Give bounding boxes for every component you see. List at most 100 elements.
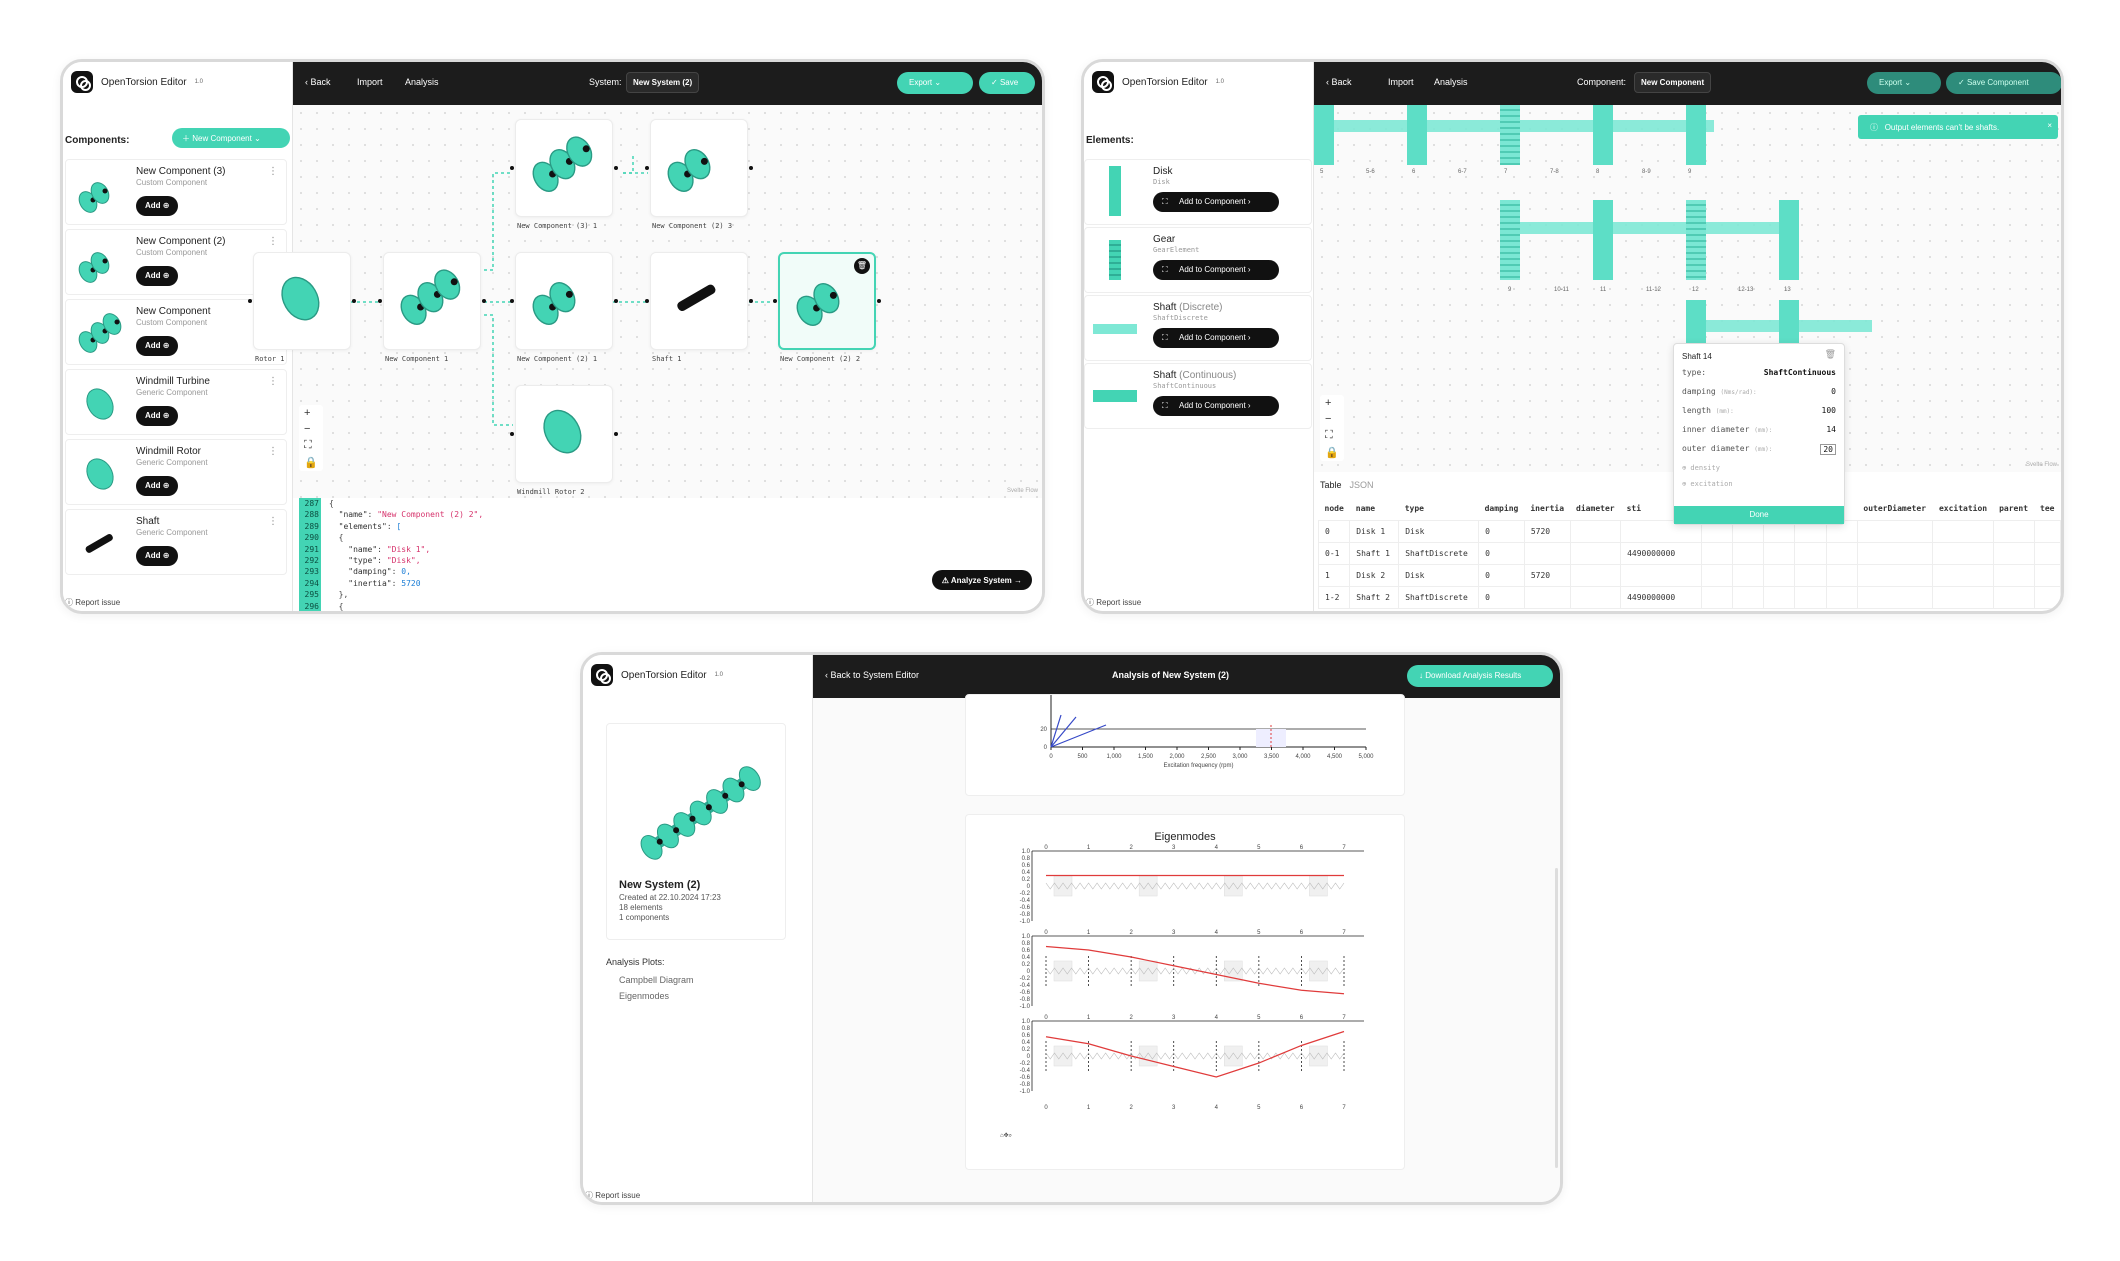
fit-view-icon[interactable]: ⛶ (1325, 429, 1339, 442)
add-component-button[interactable]: Add ⊕ (136, 476, 179, 496)
property-value[interactable]: 20 (1820, 444, 1836, 455)
plot-link-campbell[interactable]: Campbell Diagram (619, 975, 694, 985)
zoom-out-icon[interactable]: − (304, 423, 318, 435)
new-component-button[interactable]: ＋ New Component ⌄ (172, 128, 290, 148)
table-row[interactable]: 1-2 Shaft 2 ShaftDiscrete 0 4490000000 (1317, 585, 2061, 609)
system-node[interactable] (383, 252, 481, 350)
table-cell (1731, 541, 1765, 565)
system-flow-canvas[interactable]: New Component (3) 1 New Component (2) 3 Ro… (248, 105, 1042, 498)
system-node[interactable] (650, 252, 748, 350)
node-handle[interactable] (645, 299, 649, 303)
system-node[interactable] (515, 119, 613, 217)
save-component-button[interactable]: ✓ Save Component (1946, 72, 2061, 94)
system-node[interactable] (253, 252, 351, 350)
property-value[interactable]: 0 (1831, 387, 1836, 396)
plot-toolbar-icon[interactable]: ⌂✥⌕ (1000, 1132, 1012, 1139)
scrollbar[interactable] (1555, 868, 1558, 1168)
node-handle[interactable] (510, 299, 514, 303)
system-node[interactable] (515, 252, 613, 350)
delete-icon[interactable]: 🗑 (854, 258, 870, 274)
more-options-icon[interactable]: ⋮ (268, 446, 278, 457)
export-button[interactable]: Export ⌄ (897, 72, 973, 94)
component-card[interactable]: Windmill Turbine Generic Component Add ⊕ ⋮ (65, 369, 287, 435)
node-handle[interactable] (614, 299, 618, 303)
add-component-button[interactable]: Add ⊕ (136, 406, 179, 426)
property-value[interactable]: ShaftContinuous (1764, 368, 1836, 377)
optional-property[interactable]: ⊕ excitation (1682, 480, 1836, 496)
analysis-button[interactable]: Analysis (1434, 77, 1468, 87)
node-handle[interactable] (877, 299, 881, 303)
element-card[interactable]: Gear GearElement Add to Component › ⛶ (1084, 227, 1312, 293)
node-handle[interactable] (248, 299, 252, 303)
component-card[interactable]: New Component (3) Custom Component Add ⊕ ⋮ (65, 159, 287, 225)
tab-table[interactable]: Table (1320, 480, 1342, 490)
analyze-system-button[interactable]: ⚠ Analyze System → (931, 570, 1032, 590)
add-component-button[interactable]: Add ⊕ (136, 266, 179, 286)
export-button[interactable]: Export ⌄ (1867, 72, 1941, 94)
system-node[interactable] (650, 119, 748, 217)
more-options-icon[interactable]: ⋮ (268, 166, 278, 177)
report-issue-link[interactable]: ⓘ Report issue (65, 597, 120, 608)
system-node[interactable] (515, 385, 613, 483)
more-options-icon[interactable]: ⋮ (268, 376, 278, 387)
node-handle[interactable] (510, 432, 514, 436)
more-options-icon[interactable]: ⋮ (268, 516, 278, 527)
import-button[interactable]: Import (357, 77, 383, 87)
import-button[interactable]: Import (1388, 77, 1414, 87)
table-row[interactable]: 0-1 Shaft 1 ShaftDiscrete 0 4490000000 (1317, 541, 2061, 565)
node-handle[interactable] (614, 432, 618, 436)
add-to-component-button[interactable]: Add to Component › ⛶ (1153, 192, 1279, 212)
node-handle[interactable] (510, 166, 514, 170)
element-card[interactable]: Disk Disk Add to Component › ⛶ (1084, 159, 1312, 225)
table-row[interactable]: 1 Disk 2 Disk 0 5720 (1317, 563, 2061, 587)
node-label: New Component (2) 1 (517, 355, 598, 363)
x-tick-label: 2,000 (1169, 754, 1185, 760)
back-to-editor-button[interactable]: ‹ Back to System Editor (825, 670, 919, 680)
plot-link-eigenmodes[interactable]: Eigenmodes (619, 991, 669, 1001)
node-handle[interactable] (614, 166, 618, 170)
json-code-panel[interactable]: 287 288 289 290 291 292 293 294 295 296 … (299, 498, 1042, 611)
add-to-component-button[interactable]: Add to Component › ⛶ (1153, 396, 1279, 416)
system-name-field[interactable]: New System (2) (626, 72, 700, 93)
report-issue-link[interactable]: ⓘ Report issue (1086, 597, 1141, 608)
add-to-component-button[interactable]: Add to Component › ⛶ (1153, 328, 1279, 348)
node-handle[interactable] (352, 299, 356, 303)
add-component-button[interactable]: Add ⊕ (136, 336, 179, 356)
node-handle[interactable] (749, 166, 753, 170)
tab-json[interactable]: JSON (1350, 480, 1374, 490)
element-card[interactable]: Shaft (Continuous) ShaftContinuous Add to … (1084, 363, 1312, 429)
close-icon[interactable]: × (2047, 121, 2052, 130)
node-handle[interactable] (645, 166, 649, 170)
zoom-in-icon[interactable]: + (304, 407, 318, 419)
node-handle[interactable] (378, 299, 382, 303)
report-issue-link[interactable]: ⓘ Report issue (585, 1190, 640, 1201)
add-component-button[interactable]: Add ⊕ (136, 546, 179, 566)
add-to-component-button[interactable]: Add to Component › ⛶ (1153, 260, 1279, 280)
zoom-out-icon[interactable]: − (1325, 413, 1339, 425)
zoom-in-icon[interactable]: + (1325, 397, 1339, 409)
more-options-icon[interactable]: ⋮ (268, 236, 278, 247)
property-value[interactable]: 14 (1826, 425, 1836, 434)
done-button[interactable]: Done (1674, 506, 1844, 524)
component-card[interactable]: Shaft Generic Component Add ⊕ ⋮ (65, 509, 287, 575)
element-card[interactable]: Shaft (Discrete) ShaftDiscrete Add to Comp… (1084, 295, 1312, 361)
node-handle[interactable] (773, 299, 777, 303)
lock-icon[interactable]: 🔒 (304, 456, 318, 469)
optional-property[interactable]: ⊕ density (1682, 464, 1836, 480)
download-results-button[interactable]: ↓ Download Analysis Results (1407, 665, 1553, 687)
component-name-field[interactable]: New Component (1634, 72, 1712, 93)
delete-icon[interactable]: 🗑 (1825, 350, 1836, 360)
back-button[interactable]: ‹ Back (1326, 77, 1352, 87)
component-card[interactable]: Windmill Rotor Generic Component Add ⊕ ⋮ (65, 439, 287, 505)
system-node[interactable]: 🗑 (778, 252, 876, 350)
fit-view-icon[interactable]: ⛶ (304, 439, 318, 452)
analysis-button[interactable]: Analysis (405, 77, 439, 87)
node-handle[interactable] (482, 299, 486, 303)
save-button[interactable]: ✓ Save (979, 72, 1035, 94)
lock-icon[interactable]: 🔒 (1325, 446, 1339, 459)
add-component-button[interactable]: Add ⊕ (136, 196, 179, 216)
property-value[interactable]: 100 (1822, 406, 1836, 415)
node-handle[interactable] (749, 299, 753, 303)
back-button[interactable]: ‹ Back (305, 77, 331, 87)
table-cell (1932, 563, 1994, 587)
